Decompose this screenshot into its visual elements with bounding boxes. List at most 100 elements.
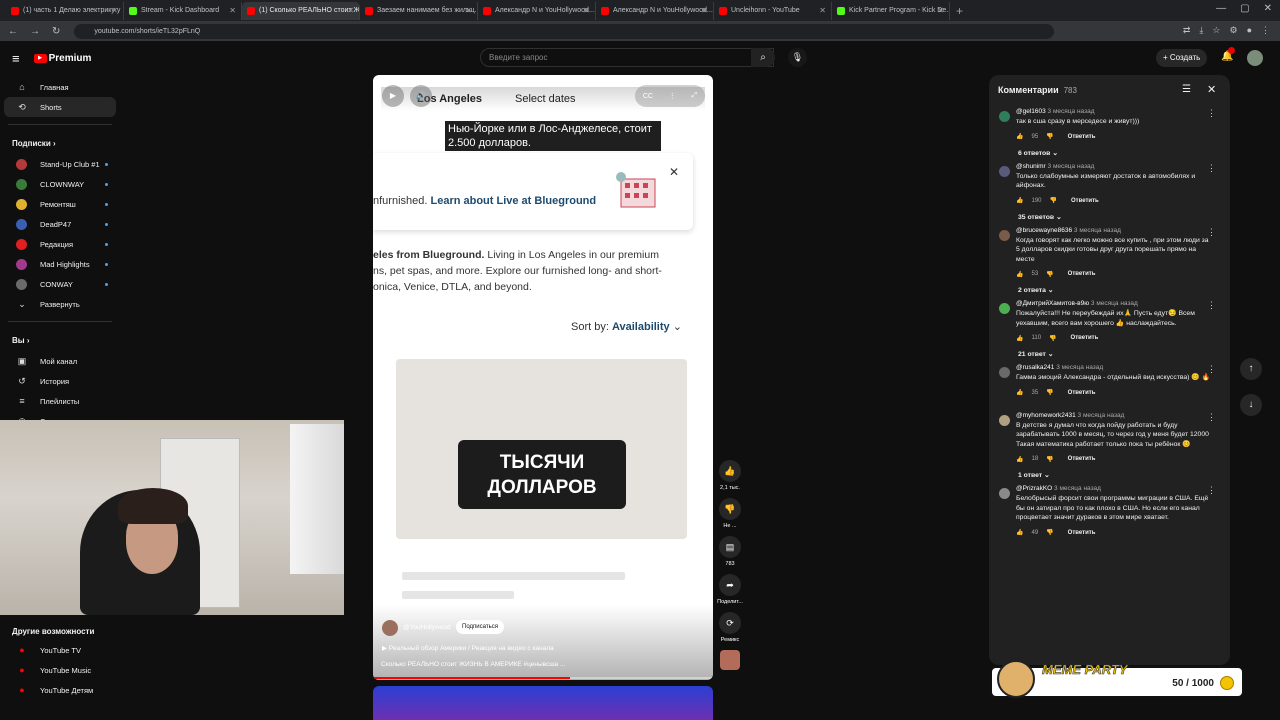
- next-short-button[interactable]: ↓: [1240, 394, 1262, 416]
- playlist-link[interactable]: ▶ Реальный обзор Америки / Реакция на ви…: [382, 644, 554, 652]
- comment-more-icon[interactable]: ⋮: [1207, 364, 1216, 375]
- reply-button[interactable]: Ответить: [1071, 198, 1099, 204]
- short-title[interactable]: Сколько РЕАЛЬНО стоит ЖИЗНЬ В АМЕРИКЕ #ц…: [381, 661, 565, 668]
- hamburger-menu-icon[interactable]: ≡: [12, 51, 20, 66]
- url-field[interactable]: youtube.com/shorts/ieTL32pFLnQ: [74, 23, 1055, 39]
- sidebar-item-you[interactable]: ≡ Плейлисты: [4, 391, 116, 411]
- comment-author[interactable]: @gel1603 3 месяца назад: [1016, 108, 1212, 115]
- channel-avatar[interactable]: [382, 620, 398, 636]
- minimize-icon[interactable]: —: [1216, 3, 1226, 14]
- tab-close-icon[interactable]: ✕: [229, 6, 236, 15]
- tab-close-icon[interactable]: ✕: [465, 6, 472, 15]
- browser-tab[interactable]: Александр N и YouHollywood... ✕: [478, 1, 596, 20]
- replies-toggle[interactable]: 6 ответов ⌄: [1018, 149, 1230, 157]
- like-icon[interactable]: 👍: [1016, 133, 1023, 140]
- sidebar-item-home[interactable]: ⌂ Главная: [4, 77, 116, 97]
- captions-icon[interactable]: CC: [643, 93, 653, 100]
- tab-close-icon[interactable]: ✕: [111, 6, 118, 15]
- back-icon[interactable]: ←: [8, 26, 18, 37]
- browser-tab[interactable]: Александр N и YouHollywood... ✕: [596, 1, 714, 20]
- dislike-icon[interactable]: 👎: [719, 498, 741, 520]
- comment-more-icon[interactable]: ⋮: [1207, 300, 1216, 311]
- download-icon[interactable]: ⤓: [1199, 25, 1203, 36]
- browser-tab[interactable]: Заезаем нанимаем без жильц... ✕: [360, 1, 478, 20]
- comment-avatar[interactable]: [999, 488, 1010, 499]
- comment-author[interactable]: @rusalka241 3 месяца назад: [1016, 364, 1212, 371]
- replies-toggle[interactable]: 21 ответ ⌄: [1018, 350, 1230, 358]
- sidebar-item-subscription[interactable]: CLOWNWAY: [4, 174, 116, 194]
- reply-button[interactable]: Ответить: [1071, 335, 1099, 341]
- sidebar-item-more[interactable]: ● YouTube Детям: [4, 680, 116, 700]
- comment-more-icon[interactable]: ⋮: [1207, 108, 1216, 119]
- comment-author[interactable]: @ДмитрийХамитов-в9ю 3 месяца назад: [1016, 300, 1212, 307]
- comment-avatar[interactable]: [999, 165, 1010, 177]
- comment-more-icon[interactable]: ⋮: [1207, 485, 1216, 496]
- like-icon[interactable]: 👍: [1016, 389, 1023, 396]
- comment-author[interactable]: @myhomework2431 3 месяца назад: [1016, 412, 1212, 419]
- sidebar-item-more[interactable]: ● YouTube Music: [4, 660, 116, 680]
- comment-author[interactable]: @PrizrakKO 3 месяца назад: [1016, 485, 1212, 492]
- reply-button[interactable]: Ответить: [1068, 134, 1096, 140]
- star-icon[interactable]: ☆: [1212, 25, 1220, 36]
- previous-short-button[interactable]: ↑: [1240, 358, 1262, 380]
- reply-button[interactable]: Ответить: [1068, 390, 1096, 396]
- like-icon[interactable]: 👍: [1016, 197, 1023, 204]
- account-avatar[interactable]: [1247, 50, 1263, 66]
- sidebar-item-subscription[interactable]: Mad Highlights: [4, 254, 116, 274]
- tab-close-icon[interactable]: ✕: [819, 6, 826, 15]
- sidebar-item-subscription[interactable]: DeadP47: [4, 214, 116, 234]
- like-icon[interactable]: 👍: [1016, 271, 1023, 278]
- translate-icon[interactable]: ⇄: [1183, 25, 1191, 36]
- like-icon[interactable]: 👍: [1016, 335, 1023, 342]
- comment-author[interactable]: @shunimr 3 месяца назад: [1016, 163, 1212, 170]
- dislike-icon[interactable]: 👎: [1046, 389, 1053, 396]
- search-icon[interactable]: ⌕: [751, 48, 775, 67]
- sidebar-item-shorts[interactable]: ⟲ Shorts: [4, 97, 116, 117]
- like-icon[interactable]: 👍: [1016, 529, 1023, 536]
- sidebar-item-subscription[interactable]: Stand-Up Club #1: [4, 154, 116, 174]
- dislike-icon[interactable]: 👎: [1046, 529, 1053, 536]
- microphone-icon[interactable]: 🎙: [788, 48, 807, 67]
- forward-icon[interactable]: →: [30, 26, 40, 37]
- dislike-icon[interactable]: 👎: [1046, 271, 1053, 278]
- tab-close-icon[interactable]: ✕: [583, 6, 590, 15]
- sidebar-item-expand[interactable]: ⌄ Развернуть: [4, 294, 116, 314]
- fullscreen-icon[interactable]: ⤢: [692, 92, 698, 100]
- next-short-preview[interactable]: [373, 686, 713, 720]
- sidebar-item-subscription[interactable]: CONWAY: [4, 274, 116, 294]
- subscriptions-heading[interactable]: Подписки ›: [0, 132, 120, 154]
- channel-name[interactable]: @YouHollywood: [403, 624, 451, 631]
- comment-avatar[interactable]: [999, 229, 1010, 241]
- browser-tab[interactable]: Stream - Kick Dashboard ✕: [124, 1, 242, 20]
- dislike-icon[interactable]: 👎: [1046, 456, 1053, 463]
- share-icon[interactable]: ➦: [719, 574, 741, 596]
- sidebar-item-you[interactable]: ↺ История: [4, 371, 116, 391]
- close-window-icon[interactable]: ✕: [1264, 3, 1272, 14]
- reply-button[interactable]: Ответить: [1068, 271, 1096, 277]
- sidebar-item-you[interactable]: ▣ Мой канал: [4, 351, 116, 371]
- extension-icon[interactable]: ⚙: [1229, 25, 1237, 36]
- browser-tab[interactable]: Uncleihonn - YouTube ✕: [714, 1, 832, 20]
- progress-bar[interactable]: [373, 677, 713, 679]
- browser-tab[interactable]: (1) часть 1 Делаю электрику у ... ✕: [6, 1, 124, 20]
- subscribe-button[interactable]: Подписаться: [456, 620, 504, 634]
- like-icon[interactable]: 👍: [1016, 456, 1023, 463]
- comment-avatar[interactable]: [999, 367, 1010, 378]
- sidebar-item-more[interactable]: ● YouTube TV: [4, 640, 116, 660]
- remix-thumbnail[interactable]: [720, 650, 740, 670]
- reload-icon[interactable]: ↻: [52, 26, 60, 37]
- play-pause-icon[interactable]: ▶: [382, 85, 404, 107]
- dislike-icon[interactable]: 👎: [1049, 335, 1056, 342]
- like-icon[interactable]: 👍: [719, 460, 741, 482]
- new-tab-button[interactable]: +: [956, 4, 963, 18]
- comment-avatar[interactable]: [999, 414, 1010, 426]
- tab-close-icon[interactable]: ✕: [701, 6, 708, 15]
- menu-icon[interactable]: ⋮: [1261, 25, 1270, 36]
- tab-close-icon[interactable]: ✕: [347, 6, 354, 15]
- dislike-icon[interactable]: 👎: [1046, 133, 1053, 140]
- you-heading[interactable]: Вы ›: [0, 329, 120, 351]
- dislike-icon[interactable]: 👎: [1050, 197, 1057, 204]
- volume-icon[interactable]: 🔊: [410, 85, 432, 107]
- comment-avatar[interactable]: [999, 111, 1010, 122]
- comments-icon[interactable]: ▤: [719, 536, 741, 558]
